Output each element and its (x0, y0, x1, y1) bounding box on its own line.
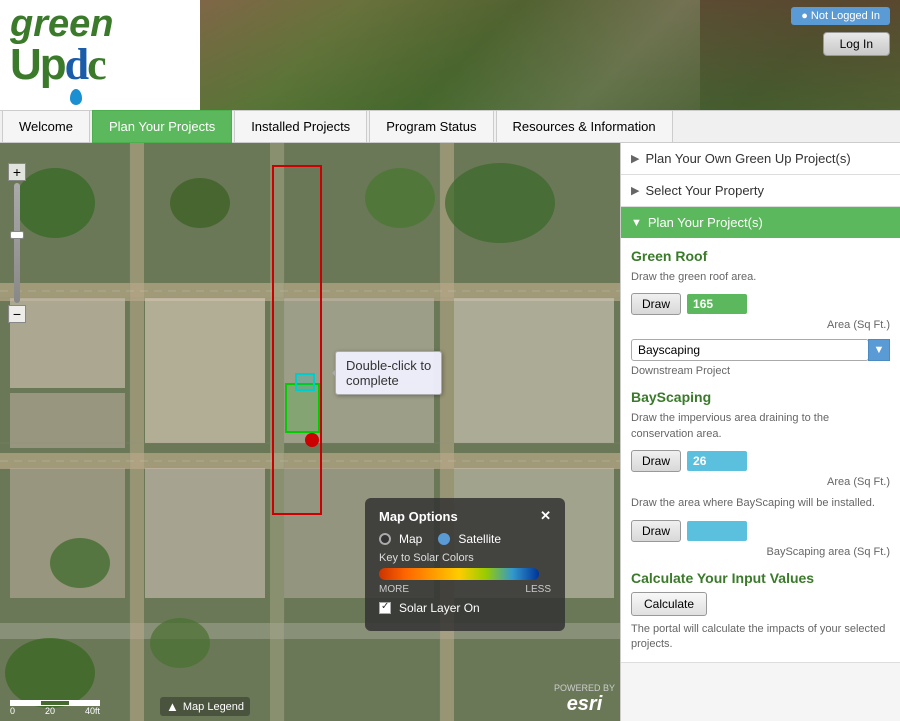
solar-color-gradient (379, 568, 539, 580)
calculate-title: Calculate Your Input Values (631, 570, 890, 586)
dropdown-arrow[interactable]: ▼ (868, 339, 890, 361)
bayscaping-title: BayScaping (631, 389, 890, 405)
zoom-slider[interactable] (14, 183, 20, 303)
scale-bar: 0 20 40ft (10, 700, 100, 716)
logo: green Updc (10, 5, 190, 105)
select-property-label: Select Your Property (645, 183, 764, 198)
bayscaping-area2-value (687, 521, 747, 541)
solar-labels: MORE LESS (379, 584, 551, 595)
plan-own-label: Plan Your Own Green Up Project(s) (645, 151, 850, 166)
downstream-project-label: Downstream Project (631, 365, 890, 377)
scale-numbers: 0 20 40ft (10, 706, 100, 716)
bayscaping-value: 26 (687, 451, 747, 471)
map-radio[interactable] (379, 533, 391, 545)
map-area[interactable]: + − Double-click to complete Map Options… (0, 143, 620, 721)
zoom-out-button[interactable]: − (8, 305, 26, 323)
calculate-button[interactable]: Calculate (631, 592, 707, 616)
map-marker (305, 433, 319, 447)
satellite-radio[interactable] (438, 533, 450, 545)
green-roof-dropdown-row: Bayscaping ▼ (631, 339, 890, 361)
bayscaping-area2-label: BayScaping area (Sq Ft.) (631, 546, 890, 558)
select-property-header[interactable]: ▶ Select Your Property (621, 175, 900, 206)
select-property-arrow: ▶ (631, 184, 639, 197)
bayscaping-draw-button[interactable]: Draw (631, 450, 681, 472)
bayscaping-area-label: Area (Sq Ft.) (631, 476, 890, 488)
right-panel: ▶ Plan Your Own Green Up Project(s) ▶ Se… (620, 143, 900, 721)
not-logged-in-badge: ● Not Logged In (791, 8, 890, 22)
select-property-section: ▶ Select Your Property (621, 175, 900, 207)
plan-projects-arrow: ▼ (631, 217, 642, 229)
logo-drop (70, 89, 82, 105)
login-button[interactable]: Log In (823, 32, 890, 56)
map-options-title: Map Options ✕ (379, 508, 551, 524)
plan-projects-header[interactable]: ▼ Plan Your Project(s) (621, 207, 900, 238)
green-roof-draw-row: Draw 165 (631, 293, 890, 315)
plan-projects-section: ▼ Plan Your Project(s) Green Roof Draw t… (621, 207, 900, 663)
header: green Updc ● Not Logged In Log In (0, 0, 900, 110)
esri-badge: POWERED BY esri (554, 683, 615, 716)
tab-installed[interactable]: Installed Projects (234, 110, 367, 143)
solar-layer-checkbox[interactable] (379, 602, 391, 614)
green-roof-draw-button[interactable]: Draw (631, 293, 681, 315)
downstream-project-select[interactable]: Bayscaping (631, 339, 869, 361)
plan-own-header[interactable]: ▶ Plan Your Own Green Up Project(s) (621, 143, 900, 174)
map-options-panel: Map Options ✕ Map Satellite Key to Solar… (365, 498, 565, 631)
solar-layer-row: Solar Layer On (379, 601, 551, 615)
map-tooltip: Double-click to complete (335, 351, 442, 395)
bayscaping-drawing (295, 373, 315, 391)
green-roof-area-label: Area (Sq Ft.) (631, 319, 890, 331)
bayscaping-draw2-button[interactable]: Draw (631, 520, 681, 542)
logo-area: green Updc (0, 0, 200, 115)
zoom-control: + − (8, 163, 26, 323)
tab-resources[interactable]: Resources & Information (496, 110, 673, 143)
map-type-row: Map Satellite (379, 532, 551, 546)
map-legend-button[interactable]: ▲ Map Legend (160, 697, 250, 716)
bayscaping-desc: Draw the impervious area draining to the… (631, 411, 890, 442)
green-roof-value: 165 (687, 294, 747, 314)
property-outline (272, 165, 322, 515)
bayscaping-draw2-row: Draw (631, 520, 890, 542)
tab-program[interactable]: Program Status (369, 110, 493, 143)
bayscaping-draw-row: Draw 26 (631, 450, 890, 472)
green-roof-desc: Draw the green roof area. (631, 270, 890, 285)
plan-own-arrow: ▶ (631, 152, 639, 165)
plan-own-section: ▶ Plan Your Own Green Up Project(s) (621, 143, 900, 175)
panel-spacer (621, 663, 900, 721)
green-roof-title: Green Roof (631, 248, 890, 264)
zoom-thumb (10, 231, 24, 239)
main-content: + − Double-click to complete Map Options… (0, 143, 900, 721)
calculate-desc: The portal will calculate the impacts of… (631, 622, 890, 653)
bayscaping-desc2: Draw the area where BayScaping will be i… (631, 496, 890, 511)
zoom-in-button[interactable]: + (8, 163, 26, 181)
solar-title: Key to Solar Colors (379, 552, 551, 564)
plan-projects-content: Green Roof Draw the green roof area. Dra… (621, 238, 900, 662)
plan-projects-label: Plan Your Project(s) (648, 215, 763, 230)
map-options-close[interactable]: ✕ (540, 508, 551, 524)
